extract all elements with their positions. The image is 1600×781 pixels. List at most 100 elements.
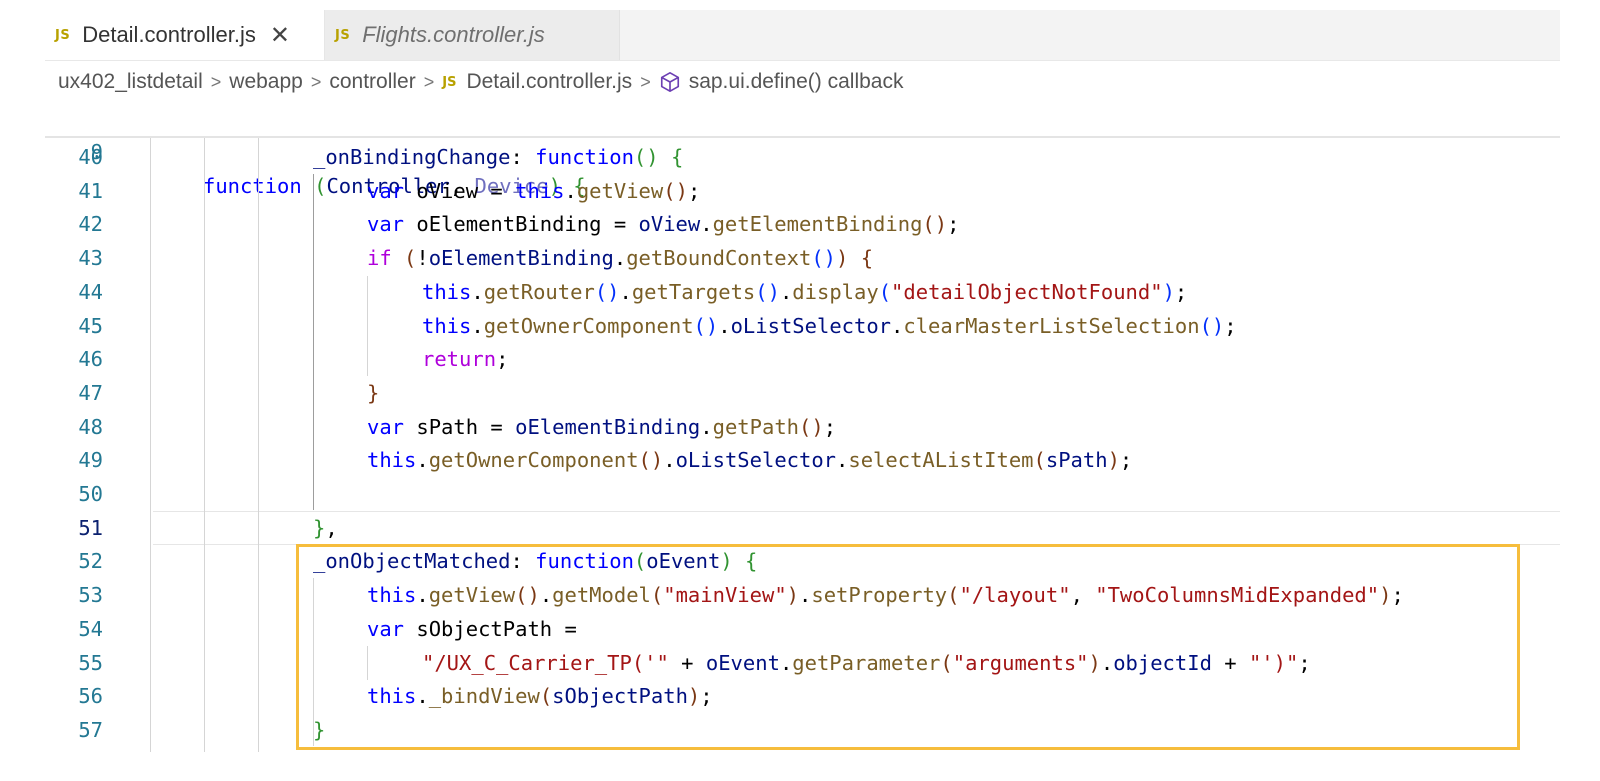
chevron-right-icon: > — [310, 71, 322, 92]
code-token: oElementBinding — [428, 246, 614, 271]
line-number: 47 — [78, 380, 103, 405]
js-file-icon: JS — [55, 27, 71, 43]
line-number: 53 — [78, 583, 103, 608]
code-line[interactable]: 47} — [45, 376, 1560, 410]
tab-detail-controller[interactable]: JS Detail.controller.js ✕ — [45, 10, 325, 60]
code-token: ; — [823, 414, 837, 439]
indent-guide — [258, 138, 259, 752]
tab-flights-controller[interactable]: JS Flights.controller.js — [325, 10, 620, 60]
code-line[interactable]: 42 var oElementBinding = oView.getElement… — [45, 207, 1560, 241]
code-editor[interactable]: 9 function (Controller, Device) { 40 _onB… — [45, 100, 1560, 781]
code-token: . — [718, 313, 731, 338]
code-line[interactable]: 46 return; — [45, 342, 1560, 376]
chevron-right-icon: > — [640, 71, 651, 92]
code-token: getTargets — [631, 279, 756, 304]
code-token: getOwnerComponent — [483, 313, 694, 338]
breadcrumb-item[interactable]: webapp — [229, 70, 303, 94]
code-line[interactable]: 43 if (!oElementBinding.getBoundContext()… — [45, 241, 1560, 275]
code-token: selectAListItem — [848, 448, 1034, 473]
code-token: oElementBinding = — [404, 212, 639, 237]
code-token: getPath — [712, 414, 800, 439]
code-line[interactable]: 44 this.getRouter().getTargets().display(… — [45, 275, 1560, 309]
code-token: display — [792, 279, 879, 304]
sticky-scroll-line[interactable]: 9 function (Controller, Device) { — [45, 100, 1560, 198]
breadcrumb-file[interactable]: Detail.controller.js — [466, 70, 632, 94]
code-token: () — [633, 145, 659, 169]
code-text: this.getOwnerComponent().oListSelector.c… — [422, 309, 1237, 343]
indent-guide — [313, 174, 314, 510]
code-token: oElementBinding — [515, 414, 701, 439]
code-token: ; — [1174, 279, 1188, 304]
js-file-icon: JS — [335, 27, 351, 43]
code-token: "detailObjectNotFound" — [891, 279, 1163, 304]
code-token: . — [891, 313, 904, 338]
code-token: () — [922, 212, 948, 237]
breadcrumb-item[interactable]: ux402_listdetail — [58, 70, 203, 94]
code-token: ; — [496, 347, 509, 372]
code-token: , — [325, 515, 338, 540]
code-token: ; — [687, 178, 701, 203]
code-token: } — [367, 380, 380, 405]
code-line[interactable]: 49 this.getOwnerComponent().oListSelector… — [45, 443, 1560, 477]
code-token: ) — [1107, 448, 1120, 473]
code-text: this.getRouter().getTargets().display("d… — [422, 275, 1187, 309]
line-number: 56 — [78, 684, 103, 709]
code-token: ( — [878, 279, 892, 304]
code-token: oListSelector — [730, 313, 892, 338]
breadcrumb: ux402_listdetail > webapp > controller >… — [58, 66, 903, 98]
code-token: this — [422, 279, 472, 304]
line-number: 52 — [78, 549, 103, 574]
code-text: if (!oElementBinding.getBoundContext()) … — [367, 241, 873, 275]
code-text: } — [367, 376, 379, 410]
code-token: getBoundContext — [626, 246, 812, 271]
code-token: () — [663, 178, 688, 203]
tab-label: Flights.controller.js — [362, 22, 545, 47]
code-token: () — [755, 279, 780, 304]
code-line[interactable]: 45 this.getOwnerComponent().oListSelector… — [45, 309, 1560, 343]
line-number: 51 — [78, 515, 103, 540]
code-text: }, — [313, 511, 338, 545]
code-token: getOwnerComponent — [428, 448, 639, 473]
code-line[interactable]: 41 var oView = this.getView(); — [45, 174, 1560, 208]
code-token: var — [367, 414, 405, 439]
breadcrumb-symbol[interactable]: sap.ui.define() callback — [689, 70, 904, 94]
breadcrumb-item[interactable]: controller — [329, 70, 415, 94]
code-text: _onBindingChange: function() { — [313, 140, 683, 174]
code-token: () — [638, 448, 664, 473]
code-token: ( — [1033, 448, 1046, 473]
code-token: function — [535, 145, 634, 169]
line-number: 44 — [78, 279, 103, 304]
close-icon[interactable]: ✕ — [270, 23, 290, 47]
code-token: () — [594, 279, 620, 304]
code-token: getView — [576, 178, 664, 203]
code-token: ) — [1162, 279, 1175, 304]
line-number: 55 — [78, 650, 103, 675]
code-line[interactable]: 40 _onBindingChange: function() { — [45, 140, 1560, 174]
line-number: 43 — [78, 246, 103, 271]
line-number: 40 — [78, 145, 103, 169]
code-token: () — [1199, 313, 1225, 338]
code-line[interactable]: 48 var sPath = oElementBinding.getPath(); — [45, 410, 1560, 444]
code-token: this — [422, 313, 472, 338]
js-file-icon: JS — [442, 74, 457, 90]
code-token: sPath — [1045, 448, 1108, 473]
code-token: ) — [836, 246, 849, 271]
code-token: this — [515, 178, 565, 203]
line-number: 48 — [78, 414, 103, 439]
code-token: . — [779, 279, 793, 304]
code-line[interactable]: 50 — [45, 477, 1560, 511]
code-token: oListSelector — [675, 448, 837, 473]
line-number: 49 — [78, 448, 103, 473]
editor-tab-bar: JS Detail.controller.js ✕ JS Flights.con… — [45, 10, 1560, 61]
code-token: : — [510, 145, 536, 169]
code-token: . — [836, 448, 849, 473]
code-token: ; — [1119, 448, 1133, 473]
tab-label: Detail.controller.js — [82, 22, 256, 47]
code-text: return; — [422, 342, 508, 376]
code-token: getRouter — [483, 279, 595, 304]
code-line[interactable]: 51}, — [45, 511, 1560, 545]
code-token: ; — [1224, 313, 1237, 338]
code-token: . — [700, 212, 713, 237]
